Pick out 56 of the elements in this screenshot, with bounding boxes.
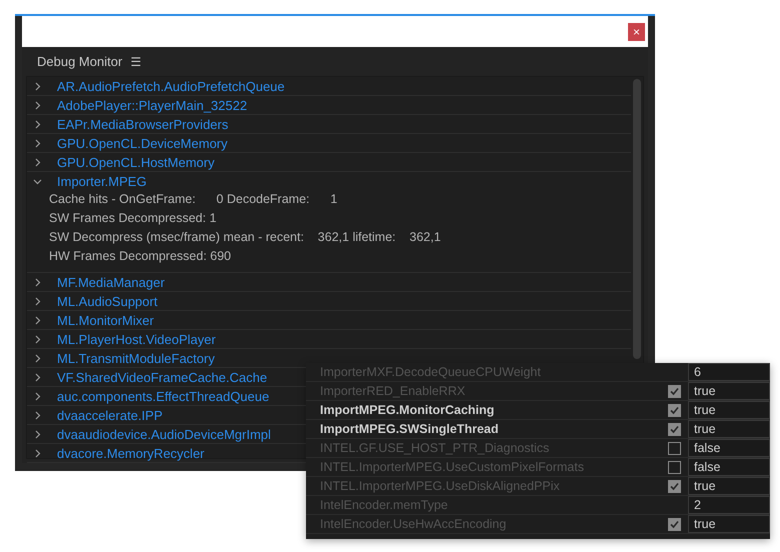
checkbox[interactable] xyxy=(668,480,680,492)
monitor-item[interactable]: MF.MediaManager xyxy=(57,276,165,288)
chevron-right-icon[interactable] xyxy=(33,278,42,286)
detail-line: Cache hits - OnGetFrame: 0 DecodeFrame: 1 xyxy=(49,191,338,208)
chevron-right-icon[interactable] xyxy=(33,448,42,458)
checkmark-icon xyxy=(670,406,678,414)
scrollbar-thumb[interactable] xyxy=(633,79,641,359)
monitor-item[interactable]: GPU.OpenCL.HostMemory xyxy=(57,156,214,168)
chevron-down-icon[interactable] xyxy=(33,176,42,186)
value-field[interactable]: 2 xyxy=(694,496,701,514)
value-field[interactable]: 6 xyxy=(694,363,701,382)
chevron-right-icon[interactable] xyxy=(33,392,42,400)
checkmark-icon xyxy=(670,386,678,396)
monitor-item[interactable]: EAPr.MediaBrowserProviders xyxy=(57,118,228,130)
chevron-right-icon[interactable] xyxy=(33,138,42,148)
chevron-right-icon[interactable] xyxy=(33,430,42,438)
setting-name: ImportMPEG.MonitorCaching xyxy=(319,402,496,419)
monitor-item[interactable]: ML.PlayerHost.VideoPlayer xyxy=(57,332,216,346)
checkmark-icon xyxy=(670,520,678,528)
checkbox[interactable] xyxy=(668,404,680,416)
chevron-right-icon[interactable] xyxy=(33,410,42,420)
chevron-right-icon[interactable] xyxy=(33,82,42,90)
checkmark-icon xyxy=(670,424,678,434)
monitor-item[interactable]: ML.AudioSupport xyxy=(57,294,158,308)
panel-title: Debug Monitor xyxy=(37,52,122,71)
chevron-right-icon[interactable] xyxy=(33,354,42,362)
chevron-right-icon[interactable] xyxy=(33,316,42,324)
checkbox[interactable] xyxy=(668,384,680,398)
chevron-right-icon[interactable] xyxy=(33,334,42,344)
monitor-item[interactable]: dvaaccelerate.IPP xyxy=(57,408,163,422)
checkmark-icon xyxy=(670,482,678,490)
checkbox[interactable] xyxy=(668,442,680,454)
panel-menu-button[interactable]: ☰ xyxy=(130,52,142,70)
checkbox[interactable] xyxy=(668,518,680,530)
monitor-item[interactable]: AR.AudioPrefetch.AudioPrefetchQueue xyxy=(57,80,285,92)
chevron-right-icon[interactable] xyxy=(33,372,42,382)
monitor-item[interactable]: dvaaudiodevice.AudioDeviceMgrImpl xyxy=(57,428,271,440)
detail-line: SW Frames Decompressed: 1 xyxy=(49,210,216,228)
checkbox[interactable] xyxy=(668,422,680,436)
chevron-right-icon[interactable] xyxy=(33,100,42,110)
monitor-item[interactable]: VF.SharedVideoFrameCache.Cache xyxy=(57,370,268,384)
detail-line: HW Frames Decompressed: 690 xyxy=(49,248,232,266)
close-button[interactable]: × xyxy=(628,22,645,40)
monitor-item[interactable]: ML.TransmitModuleFactory xyxy=(57,352,215,364)
chevron-right-icon[interactable] xyxy=(33,120,42,128)
checkbox[interactable] xyxy=(668,460,680,474)
chevron-right-icon[interactable] xyxy=(33,296,42,306)
monitor-item[interactable]: ML.MonitorMixer xyxy=(57,314,154,326)
monitor-item[interactable]: AdobePlayer::PlayerMain_32522 xyxy=(57,98,248,112)
monitor-item[interactable]: GPU.OpenCL.DeviceMemory xyxy=(57,136,228,150)
chevron-right-icon[interactable] xyxy=(33,158,42,166)
setting-name: ImportMPEG.SWSingleThread xyxy=(319,420,500,438)
monitor-item[interactable]: auc.components.EffectThreadQueue xyxy=(57,390,270,402)
monitor-item[interactable]: dvacore.MemoryRecycler xyxy=(57,446,204,460)
monitor-item[interactable]: Importer.MPEG xyxy=(57,174,147,188)
detail-line: SW Decompress (msec/frame) mean - recent: 362,1 lifetime: 362,1 xyxy=(49,229,441,246)
